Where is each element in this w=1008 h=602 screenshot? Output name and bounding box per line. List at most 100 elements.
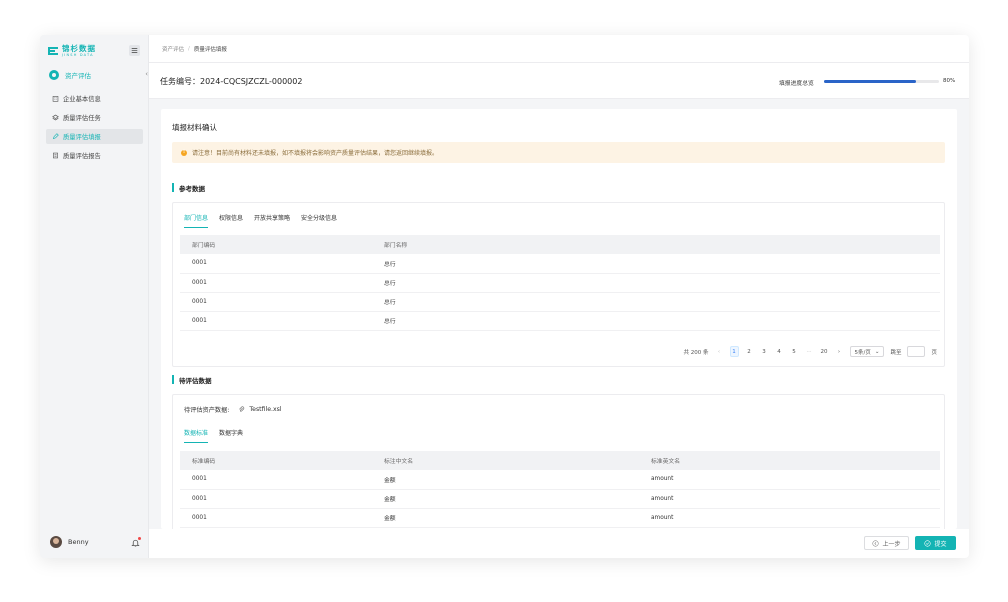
submit-label: 提交 — [934, 540, 947, 548]
report-icon — [53, 152, 58, 159]
table-row[interactable]: 0001 金额 amount — [180, 470, 940, 490]
table-cell: 0001 — [180, 292, 372, 312]
prev-step-button[interactable]: 上一步 — [864, 536, 909, 550]
sidebar-item-label: 质量评估任务 — [63, 115, 101, 122]
page-button[interactable]: 1 — [729, 346, 739, 357]
building-icon — [52, 96, 59, 102]
submit-button[interactable]: 提交 — [915, 536, 956, 550]
table-cell: 金额 — [372, 508, 639, 528]
action-bar: 上一步 提交 — [149, 529, 969, 558]
evaluate-tabs: 数据标准 数据字典 — [184, 428, 243, 443]
table-cell: amount — [639, 470, 940, 490]
user-profile[interactable]: Benny — [50, 536, 89, 548]
avatar — [50, 536, 62, 548]
breadcrumb-item-parent[interactable]: 资产评估 — [162, 45, 184, 53]
breadcrumb-separator: / — [188, 45, 190, 52]
evaluate-card: 待评估资产数据: Testfile.xsl 数据标准 数据字典 标准编码 标注中… — [172, 394, 945, 529]
warning-icon: ! — [181, 149, 187, 156]
pagination-total: 共 200 条 — [683, 349, 709, 356]
sidebar-item-quality-fill[interactable]: 质量评估填报 — [46, 129, 143, 144]
section-title-evaluate: 待评估数据 — [172, 374, 212, 385]
chevron-left-icon[interactable]: ‹ — [145, 70, 148, 78]
table-cell: 金额 — [372, 470, 639, 490]
evaluate-table: 标准编码 标注中文名 标准英文名 0001 金额 amount 0001 金额 amou… — [180, 451, 940, 528]
page-button[interactable]: 4 — [775, 346, 784, 357]
section-title-reference: 参考数据 — [172, 182, 205, 193]
task-header: 任务编号：2024-CQCSJZCZL-000002 填报进度总览 80% — [149, 63, 969, 99]
prev-step-label: 上一步 — [882, 540, 901, 548]
table-row[interactable]: 0001 金额 amount — [180, 489, 940, 509]
table-header-row: 标准编码 标注中文名 标准英文名 — [180, 451, 940, 470]
table-cell: amount — [639, 489, 940, 509]
brand-logo: 锦杉数据 JINSH DATA — [48, 42, 96, 60]
file-row: 待评估资产数据: Testfile.xsl — [184, 405, 282, 414]
tab-open-sharing[interactable]: 开放共享策略 — [254, 213, 290, 228]
column-header: 部门名称 — [372, 235, 940, 254]
asset-icon — [49, 70, 59, 80]
task-title: 任务编号：2024-CQCSJZCZL-000002 — [160, 77, 303, 86]
sidebar-item-company-info[interactable]: 企业基本信息 — [46, 91, 143, 106]
table-row[interactable]: 0001 金额 amount — [180, 508, 940, 528]
page-suffix: 页 — [931, 349, 937, 356]
table-cell: amount — [639, 508, 940, 528]
prev-page-button[interactable]: ‹ — [715, 346, 724, 357]
table-row[interactable]: 0001 总行 — [180, 254, 940, 274]
table-row[interactable]: 0001 总行 — [180, 273, 940, 293]
pagination: 共 200 条 ‹ 1 2 3 4 5 ··· 20 › 5条/页 ⌄ 跳至 页 — [683, 346, 937, 357]
page-button[interactable]: 2 — [745, 346, 754, 357]
app-window: 锦杉数据 JINSH DATA 资产评估 ‹ 企业基本信息 质量评估任务 质量评… — [40, 35, 969, 558]
column-header: 标准编码 — [180, 451, 372, 470]
reference-tabs: 部门信息 权限信息 开放共享策略 安全分级信息 — [184, 213, 337, 228]
main-content: 填报材料确认 ! 请注意！目前尚有材料还未填报，如不填报将会影响资产质量评估结果… — [161, 109, 957, 529]
sidebar-group-label: 资产评估 — [65, 72, 91, 80]
table-cell: 总行 — [372, 254, 940, 274]
sidebar-item-quality-report[interactable]: 质量评估报告 — [46, 148, 143, 163]
brand-name: 锦杉数据 — [62, 44, 96, 53]
tab-department[interactable]: 部门信息 — [184, 213, 209, 228]
sidebar: 锦杉数据 JINSH DATA 资产评估 ‹ 企业基本信息 质量评估任务 质量评… — [40, 35, 149, 558]
table-row[interactable]: 0001 总行 — [180, 292, 940, 312]
column-header: 标准英文名 — [639, 451, 940, 470]
page-button[interactable]: 20 — [820, 346, 829, 357]
arrow-left-circle-icon — [872, 539, 880, 547]
jump-page-input[interactable] — [907, 346, 926, 357]
brand-name-en: JINSH DATA — [62, 52, 94, 57]
column-header: 标注中文名 — [372, 451, 639, 470]
page-size-value: 5条/页 — [854, 349, 871, 356]
tab-security-level[interactable]: 安全分级信息 — [301, 213, 337, 228]
tab-data-standard[interactable]: 数据标准 — [184, 428, 209, 443]
alert-text: 请注意！目前尚有材料还未填报，如不填报将会影响资产质量评估结果，请您返回继续填报… — [192, 150, 439, 157]
table-cell: 总行 — [372, 273, 940, 293]
file-name-link[interactable]: Testfile.xsl — [249, 406, 281, 413]
table-cell: 0001 — [180, 311, 372, 331]
sidebar-item-label: 质量评估填报 — [63, 134, 101, 141]
reference-table: 部门编码 部门名称 0001 总行 0001 总行 0001 总行 0001 总行 — [180, 235, 940, 331]
page-size-select[interactable]: 5条/页 ⌄ — [849, 346, 885, 357]
notification-dot — [138, 537, 141, 540]
user-name: Benny — [68, 538, 89, 546]
column-header: 部门编码 — [180, 235, 372, 254]
table-cell: 总行 — [372, 311, 940, 331]
menu-toggle-button[interactable] — [129, 45, 140, 56]
table-cell: 金额 — [372, 489, 639, 509]
warning-alert: ! 请注意！目前尚有材料还未填报，如不填报将会影响资产质量评估结果，请您返回继续… — [172, 142, 945, 163]
next-page-button[interactable]: › — [835, 346, 844, 357]
table-cell: 0001 — [180, 254, 372, 274]
table-cell: 0001 — [180, 508, 372, 528]
table-cell: 0001 — [180, 470, 372, 490]
tab-data-dictionary[interactable]: 数据字典 — [219, 428, 243, 443]
breadcrumb: 资产评估 / 质量评估填报 — [149, 35, 969, 63]
jump-label: 跳至 — [890, 349, 902, 356]
page-ellipsis[interactable]: ··· — [805, 346, 814, 357]
progress-fill — [824, 80, 916, 83]
sidebar-item-quality-task[interactable]: 质量评估任务 — [46, 110, 143, 125]
check-circle-icon — [924, 539, 932, 547]
tab-permission[interactable]: 权限信息 — [219, 213, 243, 228]
page-button[interactable]: 5 — [790, 346, 799, 357]
page-button[interactable]: 3 — [760, 346, 769, 357]
progress-percent: 80% — [943, 78, 956, 84]
breadcrumb-item-current: 质量评估填报 — [193, 46, 227, 53]
table-row[interactable]: 0001 总行 — [180, 311, 940, 331]
sidebar-group-asset-evaluation[interactable]: 资产评估 ‹ — [40, 66, 149, 84]
progress-bar — [824, 80, 939, 83]
